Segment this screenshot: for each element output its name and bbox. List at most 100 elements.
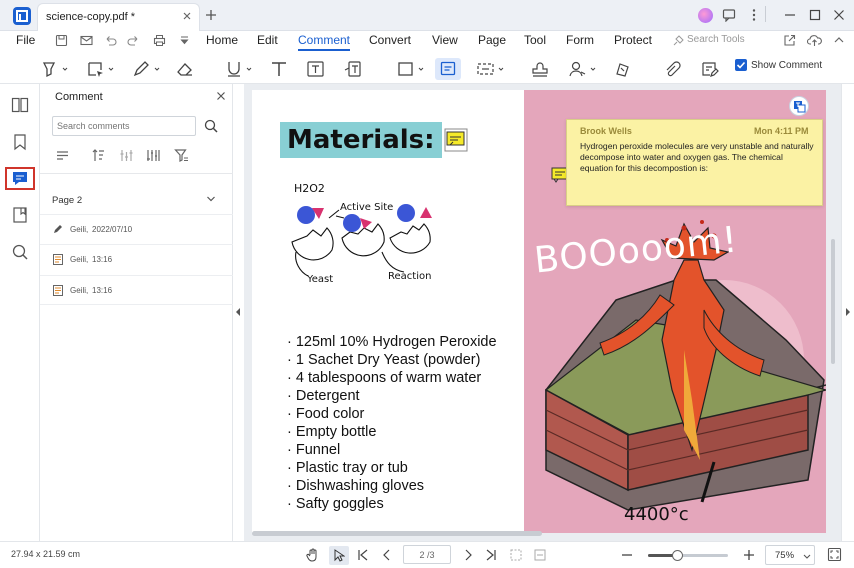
next-page-icon[interactable] <box>462 548 474 562</box>
fit-page-icon[interactable] <box>509 548 523 562</box>
message-icon[interactable] <box>722 8 736 22</box>
chevron-down-icon[interactable] <box>206 195 216 203</box>
comment-list-item[interactable]: Geili, 13:16 <box>40 275 233 305</box>
status-bar: 27.94 x 21.59 cm 2 /3 75% <box>0 541 854 568</box>
sticky-note-tool[interactable] <box>435 58 461 80</box>
text-icon <box>272 62 286 76</box>
text-box-icon <box>307 61 324 77</box>
menu-protect[interactable]: Protect <box>614 33 652 47</box>
bookmark-icon[interactable] <box>11 133 29 151</box>
menu-form[interactable]: Form <box>566 33 594 47</box>
zoom-out-icon[interactable] <box>621 548 633 562</box>
comment-panel-icon[interactable] <box>11 170 29 187</box>
highlight-tool[interactable] <box>40 58 68 80</box>
share-icon[interactable] <box>783 34 796 47</box>
menu-home[interactable]: Home <box>206 33 238 47</box>
comment-list-item[interactable]: Geili, 13:16 <box>40 244 233 274</box>
attach-link-tool[interactable] <box>613 58 633 80</box>
menu-convert[interactable]: Convert <box>369 33 411 47</box>
page-number-input[interactable]: 2 /3 <box>403 545 451 564</box>
expand-right-icon[interactable] <box>845 308 851 316</box>
search-comments-input[interactable] <box>52 116 196 136</box>
more-options-icon[interactable] <box>747 8 761 22</box>
save-icon[interactable] <box>55 34 68 47</box>
minimize-icon[interactable] <box>783 8 797 22</box>
area-measure-tool[interactable] <box>476 58 504 80</box>
menu-page[interactable]: Page <box>478 33 506 47</box>
cloud-upload-icon[interactable] <box>807 34 822 47</box>
right-panel-collapse[interactable] <box>841 84 854 541</box>
attachment-tool[interactable] <box>662 58 682 80</box>
search-tools-input[interactable]: Search Tools <box>687 34 745 45</box>
select-tool-icon[interactable] <box>329 546 349 565</box>
comment-list-item[interactable]: Geili, 2022/07/10 <box>40 214 233 244</box>
filter-by-author-icon[interactable] <box>119 148 134 163</box>
zoom-slider-handle[interactable] <box>671 550 683 561</box>
zoom-level-select[interactable]: 75% <box>765 545 815 565</box>
close-window-icon[interactable] <box>832 8 846 22</box>
hand-tool-icon[interactable] <box>306 548 320 562</box>
signature-tool[interactable] <box>568 58 596 80</box>
filter-by-type-icon[interactable] <box>146 148 161 163</box>
list-item: Empty bottle <box>287 423 497 441</box>
collapse-ribbon-icon[interactable] <box>833 34 845 46</box>
comment-popup[interactable]: Brook Wells Mon 4:11 PM Hydrogen peroxid… <box>566 119 823 206</box>
collapse-left-icon[interactable] <box>235 308 241 316</box>
close-panel-icon[interactable] <box>216 91 226 101</box>
menu-edit[interactable]: Edit <box>257 33 278 47</box>
full-screen-icon[interactable] <box>827 547 842 562</box>
search-icon[interactable] <box>11 243 29 261</box>
menu-file[interactable]: File <box>16 33 35 47</box>
checkbox-checked-icon[interactable] <box>735 59 747 71</box>
attachments-panel-icon[interactable] <box>11 206 29 224</box>
panel-splitter[interactable] <box>233 84 244 541</box>
show-comment-toggle[interactable]: Show Comment <box>735 59 822 71</box>
area-highlight-tool[interactable] <box>86 58 114 80</box>
underline-tool[interactable] <box>224 58 252 80</box>
mail-icon[interactable] <box>80 34 93 47</box>
previous-page-icon[interactable] <box>381 548 393 562</box>
redo-icon[interactable] <box>127 34 140 47</box>
collapse-all-icon[interactable] <box>55 148 70 163</box>
list-item: 4 tablespoons of warm water <box>287 369 497 387</box>
fit-width-icon[interactable] <box>533 548 547 562</box>
stamp-tool[interactable] <box>530 58 550 80</box>
comment-manage-tool[interactable] <box>700 58 720 80</box>
popup-text[interactable]: Hydrogen peroxide molecules are very uns… <box>580 141 818 174</box>
close-tab-icon[interactable] <box>182 11 192 21</box>
zoom-slider[interactable] <box>648 550 728 561</box>
sticky-note-icon[interactable] <box>444 128 468 152</box>
document-viewport[interactable]: Materials: H2O2 Active Site Yeast Reacti… <box>244 84 841 541</box>
zoom-in-icon[interactable] <box>743 548 755 562</box>
thumbnails-icon[interactable] <box>11 97 29 113</box>
last-page-icon[interactable] <box>485 548 497 562</box>
pdf-page[interactable]: Materials: H2O2 Active Site Yeast Reacti… <box>252 90 826 533</box>
first-page-icon[interactable] <box>357 548 369 562</box>
horizontal-scrollbar[interactable] <box>252 531 542 536</box>
vertical-scrollbar[interactable] <box>831 239 835 364</box>
menu-view[interactable]: View <box>432 33 458 47</box>
filter-icon[interactable] <box>174 148 189 163</box>
print-icon[interactable] <box>153 34 166 47</box>
translate-button[interactable] <box>789 96 809 116</box>
page-group-label[interactable]: Page 2 <box>52 195 82 206</box>
user-avatar[interactable] <box>698 8 713 23</box>
typewriter-tool[interactable] <box>269 58 289 80</box>
quick-access-dropdown-icon[interactable] <box>178 34 191 47</box>
text-box-tool[interactable] <box>306 58 326 80</box>
comment-time: 13:16 <box>92 255 113 264</box>
menu-tool[interactable]: Tool <box>524 33 546 47</box>
callout-tool[interactable] <box>343 58 363 80</box>
document-tab[interactable]: science-copy.pdf * <box>37 3 200 31</box>
shapes-tool[interactable] <box>396 58 424 80</box>
pencil-tool[interactable] <box>132 58 160 80</box>
maximize-icon[interactable] <box>808 8 822 22</box>
undo-icon[interactable] <box>104 34 117 47</box>
search-comments-icon[interactable] <box>204 119 218 133</box>
underline-icon <box>228 62 240 77</box>
menu-comment[interactable]: Comment <box>298 33 351 51</box>
new-tab-icon[interactable] <box>205 9 217 21</box>
sort-icon[interactable] <box>91 148 106 163</box>
chevron-down-icon <box>498 67 504 71</box>
eraser-tool[interactable] <box>175 58 195 80</box>
